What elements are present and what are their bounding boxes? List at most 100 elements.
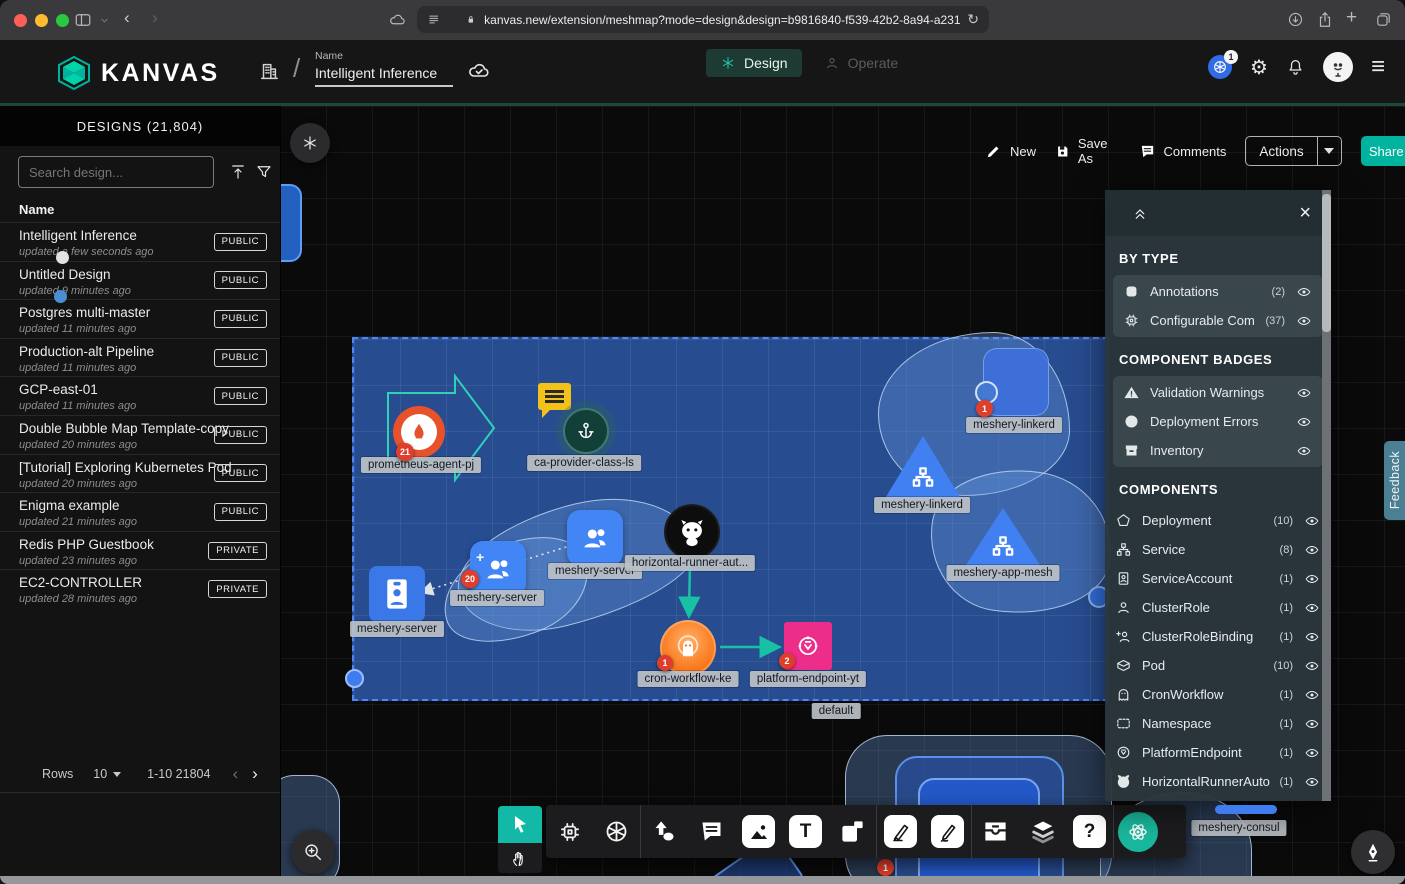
visibility-eye-icon[interactable] [1295, 314, 1313, 328]
visibility-eye-icon[interactable] [1295, 444, 1313, 458]
settings-gear-icon[interactable]: ⚙ [1250, 55, 1268, 80]
organization-icon[interactable] [258, 58, 280, 84]
actions-split-button[interactable]: Actions [1245, 136, 1341, 166]
visibility-eye-icon[interactable] [1303, 688, 1321, 702]
panel-row[interactable]: PlatformEndpoint (1) [1105, 738, 1331, 767]
tool-components[interactable] [546, 805, 593, 858]
node-label[interactable]: platform-endpoint-yt [750, 671, 866, 687]
visibility-eye-icon[interactable] [1303, 659, 1321, 673]
panel-row[interactable]: Service (8) [1105, 535, 1331, 564]
panel-scrollbar[interactable] [1322, 190, 1331, 801]
notifications-bell-icon[interactable] [1286, 57, 1305, 77]
new-tab-icon[interactable]: + [1346, 7, 1357, 29]
node-label[interactable]: cron-workflow-ke [638, 671, 739, 687]
hamburger-menu-icon[interactable]: ≡ [1371, 53, 1385, 81]
panel-row[interactable]: Deployment (10) [1105, 506, 1331, 535]
prev-page-button[interactable]: ‹ [232, 764, 238, 784]
node-label[interactable]: meshery-linkerd [966, 417, 1062, 433]
tab-overview-icon[interactable] [1375, 11, 1392, 28]
panel-row[interactable]: Namespace (1) [1105, 709, 1331, 738]
tool-sticky-note[interactable] [829, 805, 876, 858]
node-ca-provider[interactable] [563, 408, 609, 454]
zoom-window-icon[interactable] [56, 14, 69, 27]
collapse-panel-icon[interactable] [1131, 204, 1149, 222]
partial-node[interactable] [280, 184, 302, 262]
sidebar-toggle-icon[interactable] [74, 11, 92, 29]
region-handle[interactable] [345, 669, 364, 688]
panel-row[interactable]: Configurable Compon (37) [1113, 306, 1323, 335]
draw-mode-button[interactable] [1351, 830, 1395, 874]
window-controls[interactable] [14, 14, 77, 27]
zoom-button[interactable] [291, 830, 335, 874]
tool-meshery[interactable] [1114, 805, 1161, 858]
panel-row[interactable]: ClusterRole (1) [1105, 593, 1331, 622]
node-label[interactable]: meshery-server [450, 590, 544, 606]
node-label[interactable]: meshery-server [350, 621, 444, 637]
visibility-eye-icon[interactable] [1303, 746, 1321, 760]
node-meshery-server-serviceaccount[interactable] [369, 566, 425, 622]
tab-operate[interactable]: Operate [810, 49, 913, 77]
design-list-item[interactable]: Postgres multi-master updated 11 minutes… [0, 299, 280, 338]
horizontal-scrollbar-thumb[interactable] [1215, 805, 1277, 814]
tool-layers[interactable] [1019, 805, 1066, 858]
new-button[interactable]: New [985, 143, 1036, 160]
save-as-button[interactable]: Save As [1055, 136, 1120, 166]
tool-pen[interactable] [877, 805, 924, 858]
visibility-eye-icon[interactable] [1303, 572, 1321, 586]
design-list-item[interactable]: Enigma example updated 21 minutes ago PU… [0, 492, 280, 531]
import-design-icon[interactable] [229, 163, 247, 181]
pan-tool[interactable] [498, 843, 542, 873]
node-label[interactable]: meshery-consul [1191, 820, 1286, 836]
address-bar[interactable]: kanvas.new/extension/meshmap?mode=design… [417, 6, 989, 33]
visibility-eye-icon[interactable] [1303, 717, 1321, 731]
node-label[interactable]: meshery-app-mesh [946, 565, 1059, 581]
comment-annotation-icon[interactable] [538, 383, 571, 410]
feedback-tab[interactable]: Feedback [1384, 441, 1405, 520]
tool-shapes[interactable] [641, 805, 688, 858]
tool-kubernetes[interactable] [593, 805, 640, 858]
design-list-item[interactable]: Untitled Design updated 9 minutes ago PU… [0, 261, 280, 300]
design-list-item[interactable]: GCP-east-01 updated 11 minutes ago PUBLI… [0, 376, 280, 415]
kanvas-logo[interactable]: KANVAS [57, 55, 220, 91]
visibility-eye-icon[interactable] [1303, 601, 1321, 615]
icloud-tab-icon[interactable] [388, 11, 407, 29]
design-list-item[interactable]: Redis PHP Guestbook updated 23 minutes a… [0, 531, 280, 570]
panel-scrollbar-thumb[interactable] [1322, 194, 1331, 332]
warning-count-badge[interactable]: 1 [976, 400, 993, 417]
next-page-button[interactable]: › [252, 764, 258, 784]
tool-image[interactable] [735, 805, 782, 858]
visibility-eye-icon[interactable] [1295, 285, 1313, 299]
reader-icon[interactable] [427, 12, 440, 27]
tool-help[interactable]: ? [1066, 805, 1113, 858]
panel-row[interactable]: ServiceAccount (1) [1105, 564, 1331, 593]
tool-comment[interactable] [688, 805, 735, 858]
user-avatar[interactable] [1323, 52, 1353, 82]
error-count-badge[interactable]: 2 [779, 653, 795, 669]
filter-icon[interactable] [255, 163, 273, 181]
warning-count-badge[interactable]: 20 [461, 570, 479, 588]
rows-caret-icon[interactable] [113, 772, 121, 777]
visibility-eye-icon[interactable] [1295, 415, 1313, 429]
design-list-item[interactable]: Intelligent Inference updated a few seco… [0, 222, 280, 261]
share-page-icon[interactable] [1316, 10, 1334, 29]
select-tool-active[interactable] [498, 806, 542, 843]
close-window-icon[interactable] [14, 14, 27, 27]
share-button[interactable]: Share [1361, 136, 1405, 166]
node-label[interactable]: meshery-linkerd [874, 497, 970, 513]
node-horizontal-runner[interactable] [664, 504, 720, 560]
tab-design[interactable]: Design [706, 49, 802, 77]
design-name-input[interactable] [315, 65, 453, 87]
panel-row[interactable]: Pod (10) [1105, 651, 1331, 680]
freeze-layout-button[interactable] [290, 123, 330, 163]
comments-button[interactable]: Comments [1139, 143, 1227, 160]
design-list-item[interactable]: EC2-CONTROLLER updated 28 minutes ago PR… [0, 569, 280, 608]
panel-row[interactable]: Inventory [1113, 436, 1323, 465]
visibility-eye-icon[interactable] [1303, 775, 1321, 789]
panel-row[interactable]: Annotations (2) [1113, 277, 1323, 306]
tool-text[interactable]: T [782, 805, 829, 858]
warning-count-badge[interactable]: 21 [396, 443, 414, 461]
visibility-eye-icon[interactable] [1295, 386, 1313, 400]
panel-row[interactable]: Validation Warnings [1113, 378, 1323, 407]
tool-pencil[interactable] [924, 805, 971, 858]
namespace-label[interactable]: default [812, 703, 861, 719]
